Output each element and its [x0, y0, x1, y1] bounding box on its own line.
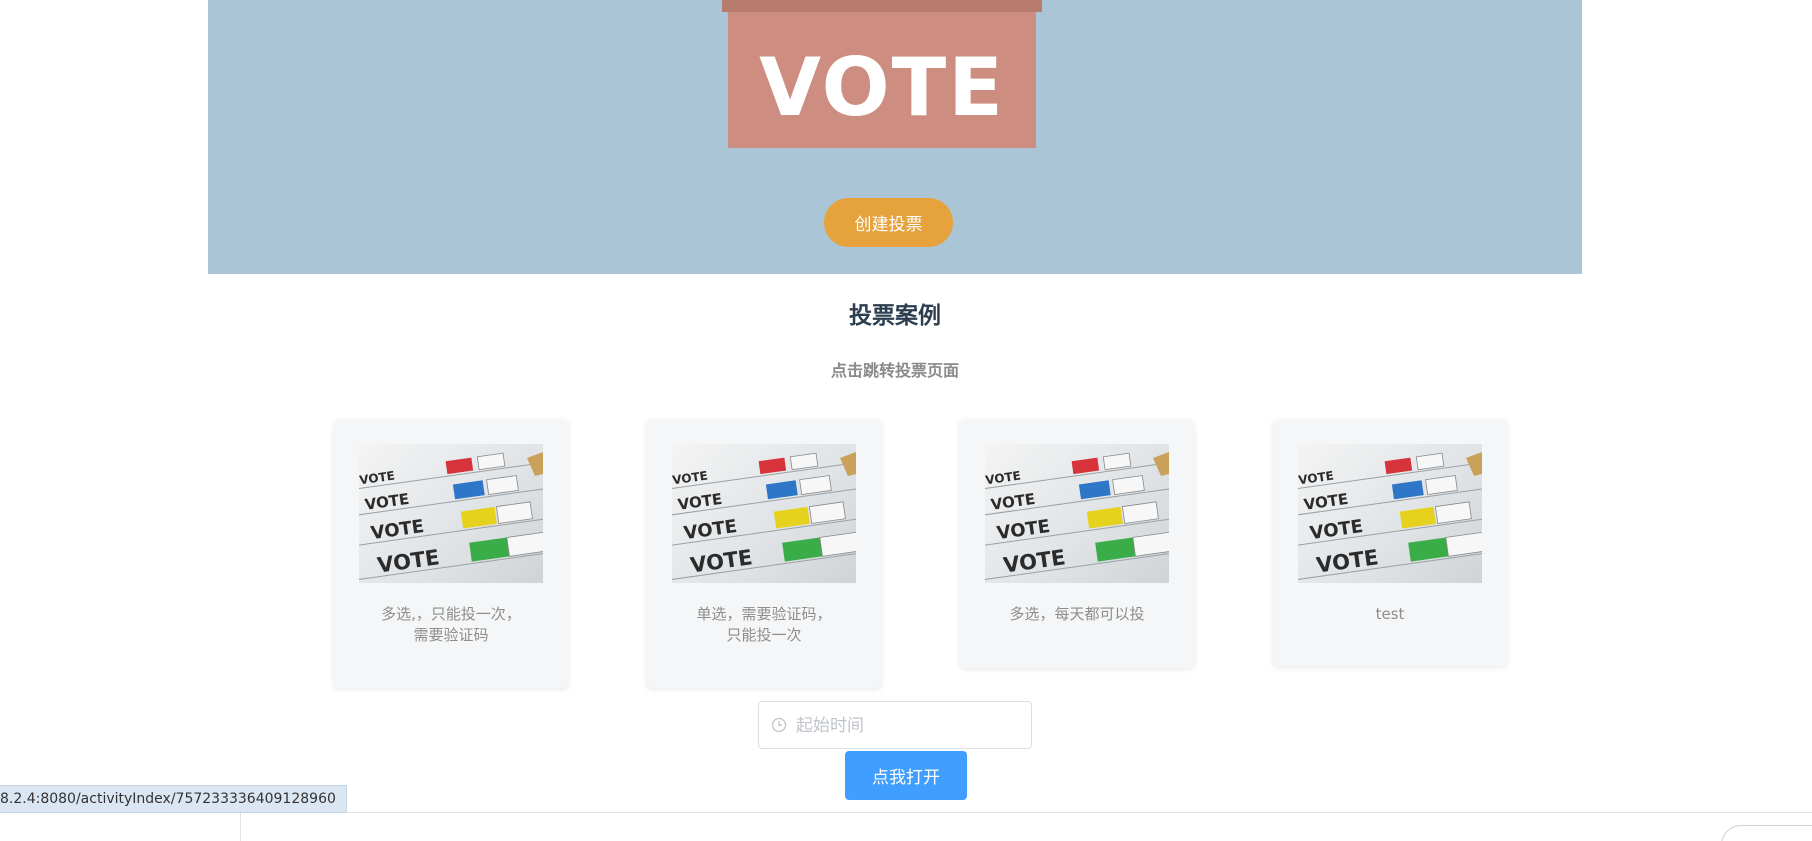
- vote-case-description: 多选,，只能投一次， 需要验证码: [381, 605, 521, 644]
- ballot-empty-box: [1102, 452, 1132, 471]
- hero-banner: VOTE 创建投票: [208, 0, 1582, 274]
- ballot-empty-box: [1121, 501, 1159, 524]
- vote-case-description: 单选，需要验证码， 只能投一次: [696, 605, 832, 644]
- ballot-row-label: VOTE: [370, 516, 426, 544]
- ballot-row-label: VOTE: [990, 490, 1037, 514]
- vote-ballot-image: VOTE VOTE VOTE VOTE: [985, 444, 1169, 583]
- ballot-empty-box: [789, 452, 819, 471]
- pencil-graphic: [1153, 452, 1169, 476]
- vote-ballot-image: VOTE VOTE VOTE VOTE: [359, 444, 543, 583]
- ballot-row-label: VOTE: [1303, 490, 1350, 514]
- bottom-corner-widget: [1721, 825, 1812, 841]
- ballot-color-box: [782, 537, 823, 562]
- ballot-empty-box: [808, 501, 846, 524]
- ballot-row-label: VOTE: [677, 490, 724, 514]
- ballot-sheet-graphic: VOTEVOTEVOTEVOTE: [672, 452, 856, 581]
- ballot-color-box: [1095, 537, 1136, 562]
- ballot-row-label: VOTE: [689, 545, 754, 577]
- vote-case-description: test: [1375, 605, 1405, 623]
- vote-case-card[interactable]: VOTE VOTE VOTE VOTE test: [1273, 420, 1507, 666]
- create-vote-button[interactable]: 创建投票: [824, 198, 953, 247]
- pencil-graphic: [527, 452, 543, 476]
- ballot-row-label: VOTE: [364, 490, 411, 514]
- vote-case-card[interactable]: VOTE VOTE VOTE VOTE 多选,，只能投一次， 需要验证码: [334, 420, 568, 688]
- vote-case-card[interactable]: VOTE VOTE VOTE VOTE 多选，每天都可以投: [960, 420, 1194, 668]
- clock-icon: [771, 717, 787, 733]
- pencil-graphic: [1466, 452, 1482, 476]
- bottom-divider: [240, 813, 241, 841]
- ballot-empty-box: [1112, 475, 1145, 496]
- status-bar-url: 8.2.4:8080/activityIndex/757233336409128…: [0, 785, 347, 813]
- ballot-color-box: [1086, 506, 1123, 529]
- vote-ballot-image: VOTE VOTE VOTE VOTE: [672, 444, 856, 583]
- ballot-empty-box: [1434, 501, 1472, 524]
- ballot-row-label: VOTE: [1315, 545, 1380, 577]
- ballot-empty-box: [486, 475, 519, 496]
- ballot-color-box: [1078, 480, 1111, 500]
- start-time-picker[interactable]: [758, 701, 1032, 750]
- section-subtitle: 点击跳转投票页面: [830, 361, 959, 380]
- ballot-color-box: [765, 480, 798, 500]
- vote-case-description: 多选，每天都可以投: [1009, 605, 1145, 623]
- ballot-color-box: [469, 537, 510, 562]
- ballot-box-label: VOTE: [759, 40, 1005, 134]
- page: VOTE 创建投票 投票案例 点击跳转投票页面 VOTE VOTE VOTE VOTE…: [0, 0, 1812, 841]
- ballot-color-box: [1391, 480, 1424, 500]
- open-button[interactable]: 点我打开: [845, 751, 967, 800]
- browser-bottom-bar: [0, 812, 1812, 841]
- ballot-empty-box: [819, 531, 856, 557]
- ballot-row-label: VOTE: [1309, 516, 1365, 544]
- vote-ballot-image: VOTE VOTE VOTE VOTE: [1298, 444, 1482, 583]
- ballot-empty-box: [1445, 531, 1482, 557]
- ballot-box-illustration: VOTE: [728, 12, 1036, 148]
- section-title: 投票案例: [849, 303, 941, 329]
- ballot-row-label: VOTE: [376, 545, 441, 577]
- ballot-color-box: [445, 457, 474, 475]
- ballot-empty-box: [1425, 475, 1458, 496]
- ballot-color-box: [773, 506, 810, 529]
- ballot-row-label: VOTE: [996, 516, 1052, 544]
- ballot-sheet-graphic: VOTEVOTEVOTEVOTE: [1298, 452, 1482, 581]
- ballot-color-box: [758, 457, 787, 475]
- ballot-sheet-graphic: VOTEVOTEVOTEVOTE: [985, 452, 1169, 581]
- vote-case-card[interactable]: VOTE VOTE VOTE VOTE 单选，需要验证码， 只能投一次: [647, 420, 881, 688]
- ballot-color-box: [460, 506, 497, 529]
- start-time-input[interactable]: [794, 702, 1023, 750]
- ballot-empty-box: [506, 531, 543, 557]
- ballot-empty-box: [495, 501, 533, 524]
- ballot-empty-box: [476, 452, 506, 471]
- ballot-color-box: [452, 480, 485, 500]
- ballot-sheet-graphic: VOTEVOTEVOTEVOTE: [359, 452, 543, 581]
- ballot-box-lid: [722, 0, 1042, 12]
- ballot-row-label: VOTE: [1002, 545, 1067, 577]
- ballot-empty-box: [1415, 452, 1445, 471]
- ballot-empty-box: [1132, 531, 1169, 557]
- ballot-color-box: [1399, 506, 1436, 529]
- ballot-color-box: [1071, 457, 1100, 475]
- ballot-row-label: VOTE: [683, 516, 739, 544]
- ballot-color-box: [1384, 457, 1413, 475]
- pencil-graphic: [840, 452, 856, 476]
- ballot-color-box: [1408, 537, 1449, 562]
- ballot-empty-box: [799, 475, 832, 496]
